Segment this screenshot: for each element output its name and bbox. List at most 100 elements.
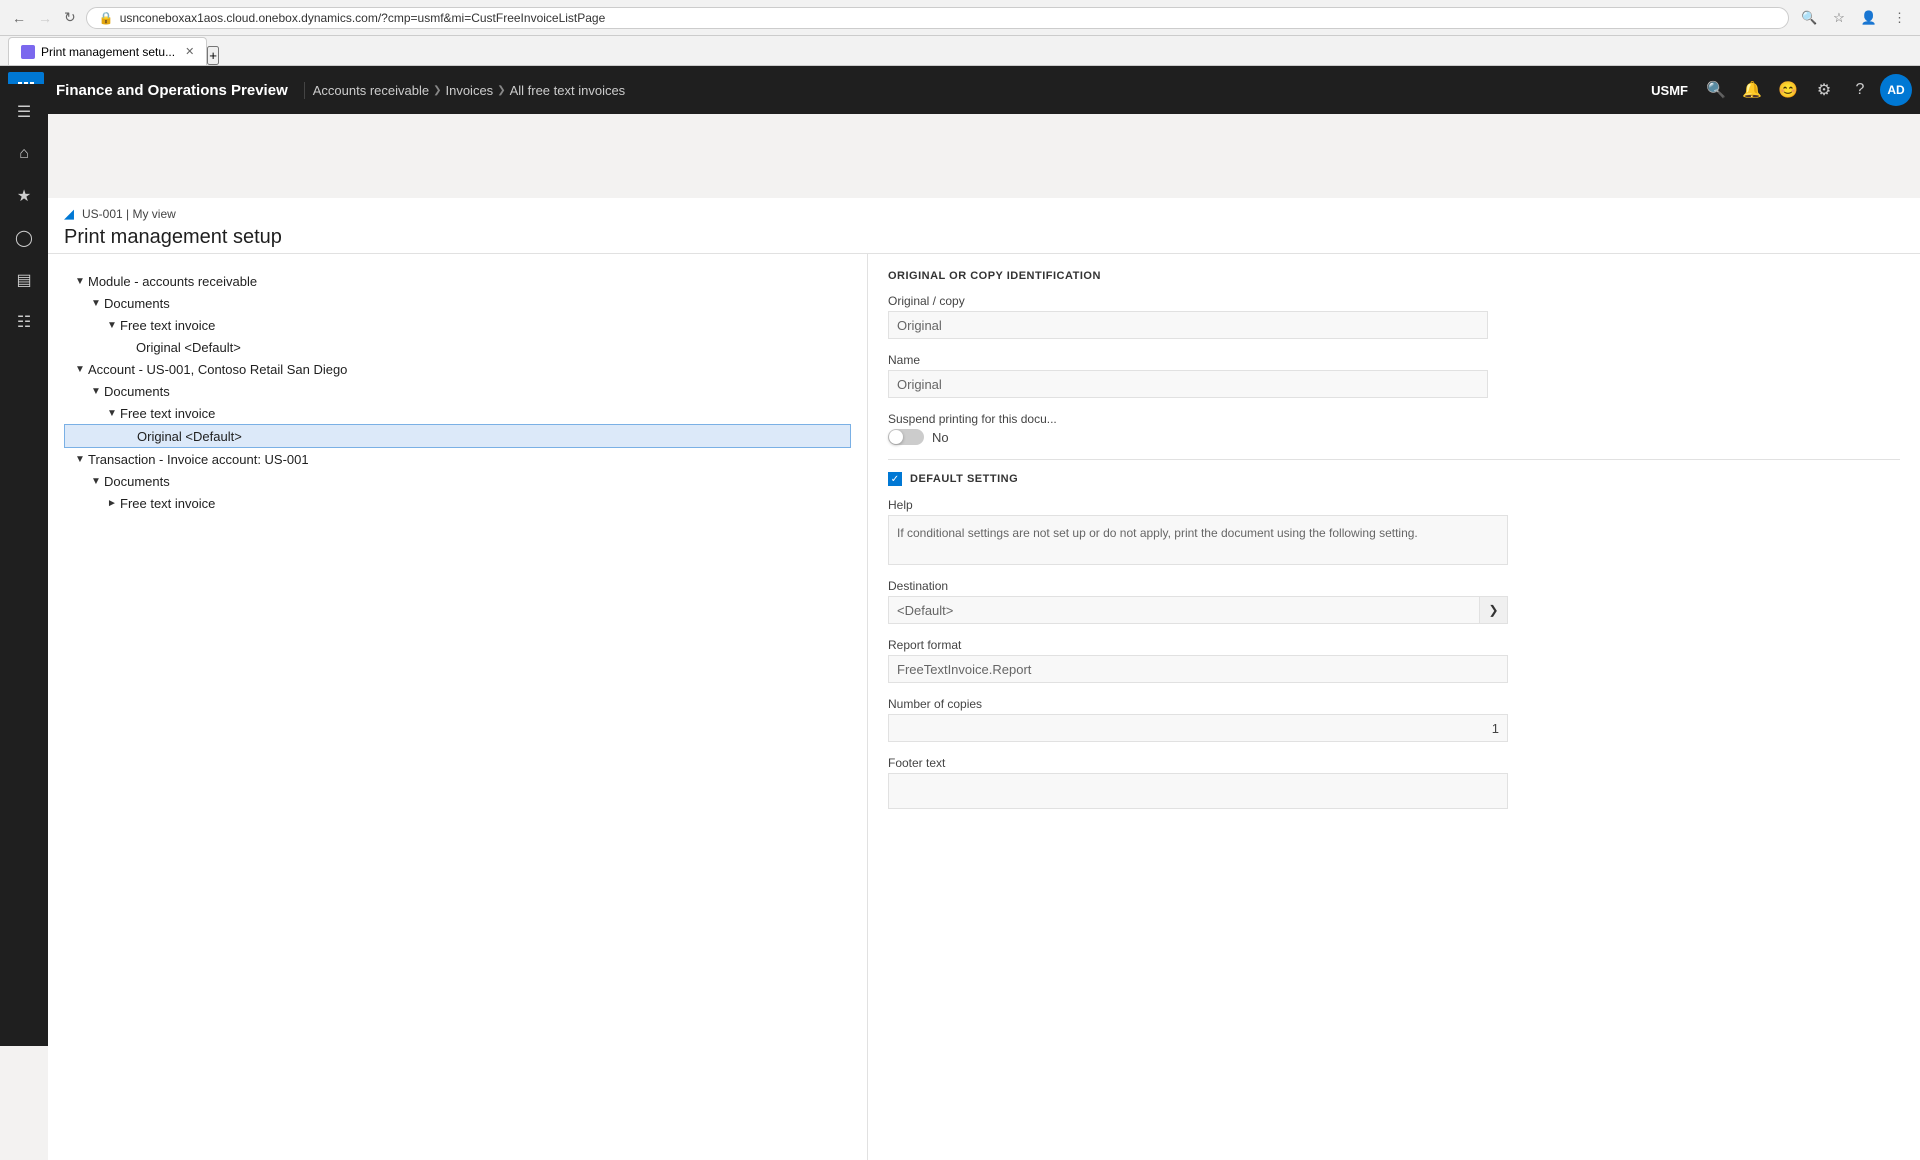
feedback-button[interactable]: 😊 bbox=[1772, 74, 1804, 106]
settings-button[interactable]: ⚙ bbox=[1808, 74, 1840, 106]
tree-toggle-9[interactable]: ▼ bbox=[72, 451, 88, 467]
more-button[interactable]: ⋮ bbox=[1887, 8, 1912, 28]
tree-item-documents-1[interactable]: ▼ Documents bbox=[64, 292, 851, 314]
tree-label-2: Documents bbox=[104, 296, 170, 311]
help-section: Help If conditional settings are not set… bbox=[888, 498, 1900, 565]
search-button[interactable]: 🔍 bbox=[1700, 74, 1732, 106]
original-copy-label: Original / copy bbox=[888, 294, 1900, 308]
tree-item-original-1[interactable]: Original <Default> bbox=[64, 336, 851, 358]
tree-toggle-2[interactable]: ▼ bbox=[88, 295, 104, 311]
page-breadcrumb-row: ◢ US-001 | My view bbox=[64, 206, 1904, 222]
user-avatar[interactable]: AD bbox=[1880, 74, 1912, 106]
help-text: If conditional settings are not set up o… bbox=[888, 515, 1508, 565]
destination-navigate-button[interactable]: ❯ bbox=[1480, 596, 1508, 624]
tree-item-original-2-selected[interactable]: Original <Default> bbox=[64, 424, 851, 448]
suspend-toggle[interactable] bbox=[888, 429, 924, 445]
tree-label-7: Free text invoice bbox=[120, 406, 215, 421]
breadcrumb-invoices[interactable]: Invoices bbox=[445, 83, 493, 98]
grid-icon: ▤ bbox=[16, 270, 31, 290]
destination-text: <Default> bbox=[897, 603, 953, 618]
tree-item-documents-2[interactable]: ▼ Documents bbox=[64, 380, 851, 402]
active-tab[interactable]: Print management setu... ✕ bbox=[8, 37, 207, 65]
sidebar-recent-button[interactable]: ◯ bbox=[4, 218, 44, 258]
sidebar-workspaces-button[interactable]: ▤ bbox=[4, 260, 44, 300]
help-button[interactable]: ? bbox=[1844, 74, 1876, 106]
forward-button[interactable]: → bbox=[34, 8, 56, 28]
tree-item-free-text-2[interactable]: ▼ Free text invoice bbox=[64, 402, 851, 424]
breadcrumb-all-free-text[interactable]: All free text invoices bbox=[510, 83, 626, 98]
app-name: Finance and Operations Preview bbox=[52, 82, 305, 99]
breadcrumb-accounts-receivable[interactable]: Accounts receivable bbox=[313, 83, 429, 98]
tree-label-10: Documents bbox=[104, 474, 170, 489]
notifications-button[interactable]: 🔔 bbox=[1736, 74, 1768, 106]
default-setting-section: ✓ DEFAULT SETTING Help If conditional se… bbox=[888, 472, 1900, 809]
close-tab-button[interactable]: ✕ bbox=[185, 45, 194, 58]
lock-icon: 🔒 bbox=[99, 11, 114, 25]
field-original-copy: Original / copy Original bbox=[888, 294, 1900, 339]
sidebar-modules-button[interactable]: ☷ bbox=[4, 302, 44, 342]
tree-toggle-7[interactable]: ▼ bbox=[104, 405, 120, 421]
tree-item-module[interactable]: ▼ Module - accounts receivable bbox=[64, 270, 851, 292]
suspend-label: Suspend printing for this docu... bbox=[888, 412, 1900, 426]
back-button[interactable]: ← bbox=[8, 8, 30, 28]
field-destination: Destination <Default> ❯ bbox=[888, 579, 1900, 624]
clock-icon: ◯ bbox=[15, 228, 33, 248]
tree-toggle-8 bbox=[121, 428, 137, 444]
section-title-original: ORIGINAL OR COPY IDENTIFICATION bbox=[888, 270, 1900, 282]
tree-item-documents-3[interactable]: ▼ Documents bbox=[64, 470, 851, 492]
tree-toggle-1[interactable]: ▼ bbox=[72, 273, 88, 289]
tree-item-account[interactable]: ▼ Account - US-001, Contoso Retail San D… bbox=[64, 358, 851, 380]
default-setting-checkbox[interactable]: ✓ bbox=[888, 472, 902, 486]
tree-label-6: Documents bbox=[104, 384, 170, 399]
copies-text: 1 bbox=[1492, 721, 1499, 736]
default-section-header: ✓ DEFAULT SETTING bbox=[888, 472, 1900, 486]
new-tab-button[interactable]: + bbox=[207, 46, 219, 65]
refresh-button[interactable]: ↻ bbox=[60, 7, 80, 28]
top-navbar: ⁢⁢⁢⁢⁢⁢⁢⁢⁢ Finance and Operations Preview… bbox=[0, 66, 1920, 114]
list-icon: ☷ bbox=[17, 312, 31, 332]
bookmark-button[interactable]: ☆ bbox=[1827, 8, 1851, 28]
sidebar-menu-button[interactable]: ☰ bbox=[4, 92, 44, 132]
content-area: ▼ Module - accounts receivable ▼ Documen… bbox=[48, 254, 1920, 1160]
checkbox-check-icon: ✓ bbox=[891, 474, 899, 485]
browser-nav-buttons: ← → ↻ bbox=[8, 7, 80, 28]
view-selector[interactable]: US-001 | My view bbox=[82, 207, 176, 221]
destination-label: Destination bbox=[888, 579, 1900, 593]
footer-value[interactable] bbox=[888, 773, 1508, 809]
field-name: Name Original bbox=[888, 353, 1900, 398]
destination-value: <Default> bbox=[888, 596, 1480, 624]
browser-chrome: ← → ↻ 🔒 usnconeboxax1aos.cloud.onebox.dy… bbox=[0, 0, 1920, 36]
tree-toggle-11[interactable]: ► bbox=[104, 495, 120, 511]
tree-item-transaction[interactable]: ▼ Transaction - Invoice account: US-001 bbox=[64, 448, 851, 470]
right-panel: ORIGINAL OR COPY IDENTIFICATION Original… bbox=[868, 254, 1920, 1160]
copies-value[interactable]: 1 bbox=[888, 714, 1508, 742]
tree-toggle-6[interactable]: ▼ bbox=[88, 383, 104, 399]
tree-item-free-text-3[interactable]: ► Free text invoice bbox=[64, 492, 851, 514]
suspend-toggle-label: No bbox=[932, 430, 949, 445]
tree-toggle-4 bbox=[120, 339, 136, 355]
zoom-button[interactable]: 🔍 bbox=[1795, 8, 1823, 28]
breadcrumb-sep-1: ❯ bbox=[433, 85, 441, 96]
tree-label-9: Transaction - Invoice account: US-001 bbox=[88, 452, 309, 467]
tree-toggle-10[interactable]: ▼ bbox=[88, 473, 104, 489]
tree-label-5: Account - US-001, Contoso Retail San Die… bbox=[88, 362, 347, 377]
tree-toggle-5[interactable]: ▼ bbox=[72, 361, 88, 377]
company-selector[interactable]: USMF bbox=[1651, 83, 1688, 98]
sidebar-home-button[interactable]: ⌂ bbox=[4, 134, 44, 174]
sidebar-favorites-button[interactable]: ★ bbox=[4, 176, 44, 216]
url-text: usnconeboxax1aos.cloud.onebox.dynamics.c… bbox=[120, 11, 606, 25]
tree-item-free-text-1[interactable]: ▼ Free text invoice bbox=[64, 314, 851, 336]
profile-button[interactable]: 👤 bbox=[1855, 8, 1883, 28]
breadcrumb-sep-2: ❯ bbox=[497, 85, 505, 96]
name-value: Original bbox=[888, 370, 1488, 398]
section-divider bbox=[888, 459, 1900, 460]
tree-label-1: Module - accounts receivable bbox=[88, 274, 257, 289]
tree-toggle-3[interactable]: ▼ bbox=[104, 317, 120, 333]
field-footer: Footer text bbox=[888, 756, 1900, 809]
star-icon: ★ bbox=[17, 186, 31, 206]
report-format-text: FreeTextInvoice.Report bbox=[897, 662, 1031, 677]
toggle-knob bbox=[889, 430, 903, 444]
tab-favicon bbox=[21, 45, 35, 59]
tree-label-11: Free text invoice bbox=[120, 496, 215, 511]
address-bar[interactable]: 🔒 usnconeboxax1aos.cloud.onebox.dynamics… bbox=[86, 7, 1789, 29]
